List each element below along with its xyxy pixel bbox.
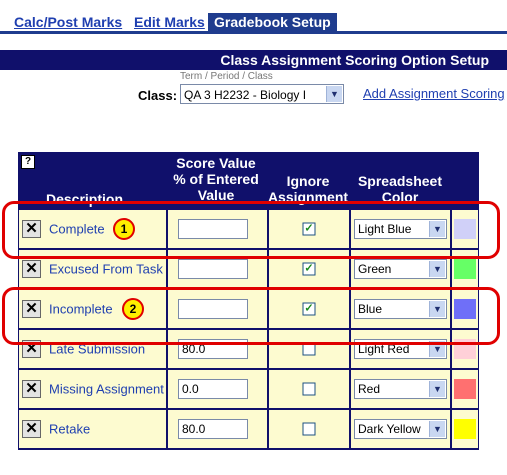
class-label: Class: <box>138 88 178 103</box>
delete-row-button[interactable]: ✕ <box>22 260 41 278</box>
score-cell: 0.0 <box>168 370 267 408</box>
color-select-value: Green <box>358 262 392 276</box>
class-picker-subtitle: Term / Period / Class <box>180 71 273 82</box>
tab-calc-post-marks[interactable]: Calc/Post Marks <box>14 13 122 31</box>
ignore-assignment-checkbox[interactable]: ✓ <box>302 262 316 276</box>
row-description[interactable]: Excused From Task <box>49 262 163 277</box>
spreadsheet-color-select[interactable]: Green ▼ <box>354 259 447 279</box>
score-value-input[interactable]: 80.0 <box>178 419 248 439</box>
tab-bar: Calc/Post Marks Edit Marks Gradebook Set… <box>0 0 507 34</box>
description-cell: ✕ Retake <box>19 410 166 448</box>
row-description[interactable]: Missing Assignment <box>49 382 164 397</box>
swatch-cell <box>452 410 478 448</box>
spreadsheet-color-select[interactable]: Red ▼ <box>354 379 447 399</box>
color-cell: Dark Yellow ▼ <box>351 410 450 448</box>
color-swatch <box>454 379 476 399</box>
chevron-down-icon[interactable]: ▼ <box>429 421 445 437</box>
delete-row-button[interactable]: ✕ <box>22 380 41 398</box>
table-row: ✕ Missing Assignment 0.0 Red ▼ <box>18 369 479 409</box>
score-value-input[interactable] <box>178 259 248 279</box>
class-select[interactable]: QA 3 H2232 - Biology I ▼ <box>180 84 344 104</box>
row-description[interactable]: Retake <box>49 422 90 437</box>
swatch-cell <box>452 370 478 408</box>
color-select-value: Dark Yellow <box>358 422 421 436</box>
ignore-assignment-checkbox[interactable] <box>302 382 316 396</box>
help-icon[interactable]: ? <box>21 155 35 169</box>
column-header-score-value: Score Value % of Entered Value <box>173 155 259 203</box>
chevron-down-icon[interactable]: ▼ <box>326 86 342 102</box>
color-swatch <box>454 259 476 279</box>
add-assignment-scoring-link[interactable]: Add Assignment Scoring <box>363 86 505 101</box>
table-row: ✕ Retake 80.0 Dark Yellow ▼ <box>18 409 479 449</box>
spreadsheet-color-select[interactable]: Dark Yellow ▼ <box>354 419 447 439</box>
annotation-badge: 2 <box>122 298 144 320</box>
class-select-value: QA 3 H2232 - Biology I <box>184 88 307 102</box>
color-swatch <box>454 419 476 439</box>
annotation-badge: 1 <box>113 218 135 240</box>
tab-underline <box>0 31 507 34</box>
score-value-input[interactable]: 0.0 <box>178 379 248 399</box>
ignore-assignment-checkbox[interactable] <box>302 422 316 436</box>
chevron-down-icon[interactable]: ▼ <box>429 261 445 277</box>
ignore-cell <box>269 370 349 408</box>
highlight-callout <box>2 287 500 345</box>
color-cell: Red ▼ <box>351 370 450 408</box>
highlight-callout <box>2 201 500 259</box>
page-title: Class Assignment Scoring Option Setup <box>220 52 489 68</box>
tab-gradebook-setup[interactable]: Gradebook Setup <box>208 13 337 31</box>
tab-edit-marks[interactable]: Edit Marks <box>134 13 205 31</box>
color-select-value: Red <box>358 382 381 396</box>
chevron-down-icon[interactable]: ▼ <box>429 381 445 397</box>
title-bar: Class Assignment Scoring Option Setup <box>0 50 507 70</box>
delete-row-button[interactable]: ✕ <box>22 420 41 438</box>
description-cell: ✕ Missing Assignment <box>19 370 166 408</box>
ignore-cell <box>269 410 349 448</box>
score-cell: 80.0 <box>168 410 267 448</box>
